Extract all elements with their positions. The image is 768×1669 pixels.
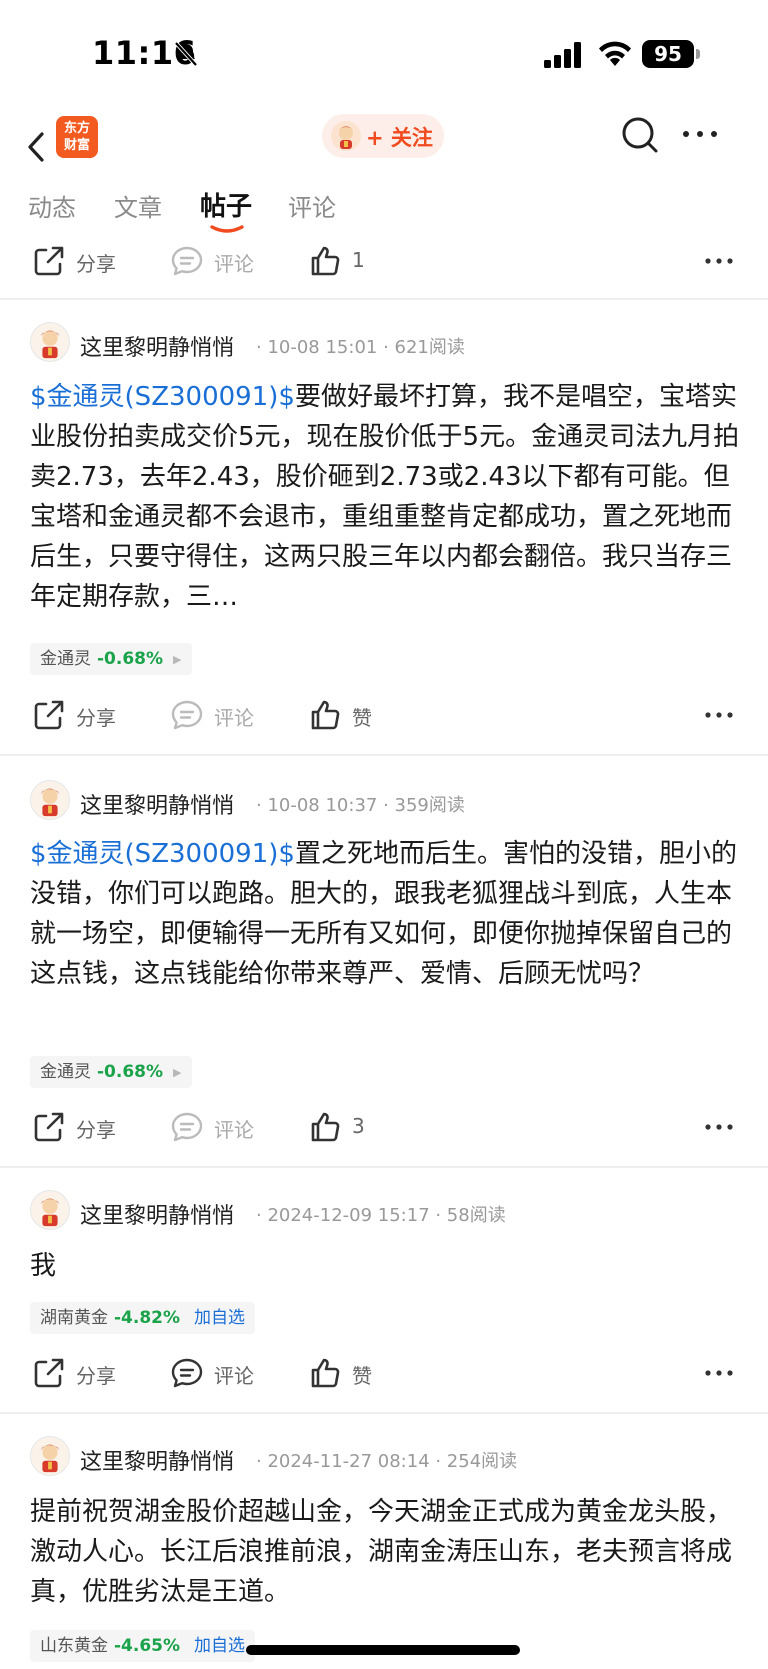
comment-label: 评论 [214,1118,254,1142]
post-header: 这里黎明静悄悄 · 10-08 10:37 · 359阅读 [30,780,750,824]
post-actions-row: 分享 评论 1 [0,232,768,292]
post-meta: · 10-08 15:01 · 621阅读 [256,337,465,358]
comment-bubble-icon [171,700,203,730]
back-chevron-icon[interactable] [22,122,52,172]
comment-bubble-icon [171,246,203,276]
post-divider [0,754,768,756]
chip-arrow-icon: ▶ [173,653,182,666]
author-avatar[interactable] [30,780,70,820]
author-avatar[interactable] [30,1436,70,1476]
post-content[interactable]: 提前祝贺湖金股价超越山金，今天湖金正式成为黄金龙头股，激动人心。长江后浪推前浪，… [30,1492,746,1612]
post-content[interactable]: $金通灵(SZ300091)$置之死地而后生。害怕的没错，胆小的没错，你们可以跑… [30,834,746,994]
post-divider [0,1412,768,1414]
more-dots-icon [705,258,733,264]
thumbs-up-icon [311,1112,340,1142]
thumbs-up-icon [311,1358,340,1388]
tab-articles[interactable]: 文章 [114,188,162,223]
stock-name: 金通灵 [40,1062,91,1082]
stock-change: -0.68% [97,649,164,669]
user-avatar-icon [331,121,361,151]
post-header: 这里黎明静悄悄 · 2024-11-27 08:14 · 254阅读 [30,1436,750,1480]
post-divider [0,1166,768,1168]
eastmoney-logo[interactable]: 东方 财富 [56,116,98,158]
comment-label: 评论 [214,706,254,730]
post-header: 这里黎明静悄悄 · 10-08 15:01 · 621阅读 [30,322,750,366]
stock-tag-link[interactable]: $金通灵(SZ300091)$ [30,382,295,412]
battery-tip [696,49,700,59]
share-icon [34,1358,64,1388]
stock-name: 山东黄金 [40,1636,108,1656]
stock-change: -4.65% [114,1636,181,1656]
profile-tabs: 动态 文章 帖子 评论 [0,180,768,240]
thumbs-up-icon [311,246,340,276]
like-label: 赞 [352,706,372,730]
share-icon [34,1112,64,1142]
home-indicator[interactable] [246,1645,520,1655]
follow-button[interactable]: + 关注 [322,114,444,158]
author-avatar[interactable] [30,1190,70,1230]
post-text: 我 [30,1251,57,1281]
comment-bubble-icon [171,1112,203,1142]
stock-change: -0.68% [97,1062,164,1082]
status-bar: 11:16 95 [0,0,768,110]
share-icon [34,700,64,730]
wifi-icon [599,41,631,66]
stock-tag-link[interactable]: $金通灵(SZ300091)$ [30,839,295,869]
like-count: 3 [352,1114,365,1138]
post-content[interactable]: $金通灵(SZ300091)$要做好最坏打算，我不是唱空，宝塔实业股份拍卖成交价… [30,377,746,617]
post-header: 这里黎明静悄悄 · 2024-12-09 15:17 · 58阅读 [30,1190,750,1234]
tab-posts[interactable]: 帖子 [200,186,252,223]
author-avatar[interactable] [30,322,70,362]
like-label: 赞 [352,1364,372,1388]
stock-chip[interactable]: 山东黄金 -4.65% 加自选 [30,1630,256,1662]
share-label: 分享 [76,1364,116,1388]
search-icon[interactable] [618,114,662,158]
post-content[interactable]: 我 [30,1246,746,1286]
post-meta: · 2024-11-27 08:14 · 254阅读 [256,1451,518,1472]
battery-level: 95 [642,40,694,68]
stock-chip[interactable]: 湖南黄金 -4.82% 加自选 [30,1302,256,1334]
chip-arrow-icon: ▶ [173,1066,182,1079]
share-label: 分享 [76,252,116,276]
author-name[interactable]: 这里黎明静悄悄 [80,788,234,820]
post-text: 要做好最坏打算，我不是唱空，宝塔实业股份拍卖成交价5元，现在股价低于5元。金通灵… [30,382,740,612]
comment-label: 评论 [214,252,254,276]
post-meta: · 2024-12-09 15:17 · 58阅读 [256,1205,506,1226]
post-actions-row: 分享 评论 赞 [0,1344,768,1404]
author-name[interactable]: 这里黎明静悄悄 [80,1198,234,1230]
author-name[interactable]: 这里黎明静悄悄 [80,330,234,362]
stock-chip[interactable]: 金通灵 -0.68% ▶ [30,1056,192,1088]
share-label: 分享 [76,1118,116,1142]
more-dots-icon [705,712,733,718]
bell-muted-icon [174,41,198,67]
comment-label: 评论 [214,1364,254,1388]
post-meta: · 10-08 10:37 · 359阅读 [256,795,465,816]
more-dots-icon [705,1370,733,1376]
follow-label: + 关注 [366,126,433,150]
logo-line-2: 财富 [63,138,90,153]
logo-line-1: 东方 [63,121,90,136]
stock-name: 湖南黄金 [40,1308,108,1328]
share-label: 分享 [76,706,116,730]
post-divider [0,298,768,300]
post-actions-row: 分享 评论 赞 [0,686,768,746]
more-dots-icon [705,1124,733,1130]
add-watchlist-button[interactable]: 加自选 [194,1636,245,1656]
thumbs-up-icon [311,700,340,730]
stock-name: 金通灵 [40,649,91,669]
cellular-signal-icon [544,42,581,68]
share-icon [34,246,64,276]
more-options-icon[interactable] [680,122,720,146]
add-watchlist-button[interactable]: 加自选 [194,1308,245,1328]
author-name[interactable]: 这里黎明静悄悄 [80,1444,234,1476]
stock-chip[interactable]: 金通灵 -0.68% ▶ [30,643,192,675]
nav-bar: 东方 财富 + 关注 [0,110,768,190]
post-text: 提前祝贺湖金股价超越山金，今天湖金正式成为黄金龙头股，激动人心。长江后浪推前浪，… [30,1497,733,1607]
tab-activity[interactable]: 动态 [28,188,76,223]
tab-comments[interactable]: 评论 [288,188,336,223]
stock-change: -4.82% [114,1308,181,1328]
comment-bubble-icon [171,1358,203,1388]
like-count: 1 [352,248,365,272]
post-actions-row: 分享 评论 3 [0,1098,768,1158]
